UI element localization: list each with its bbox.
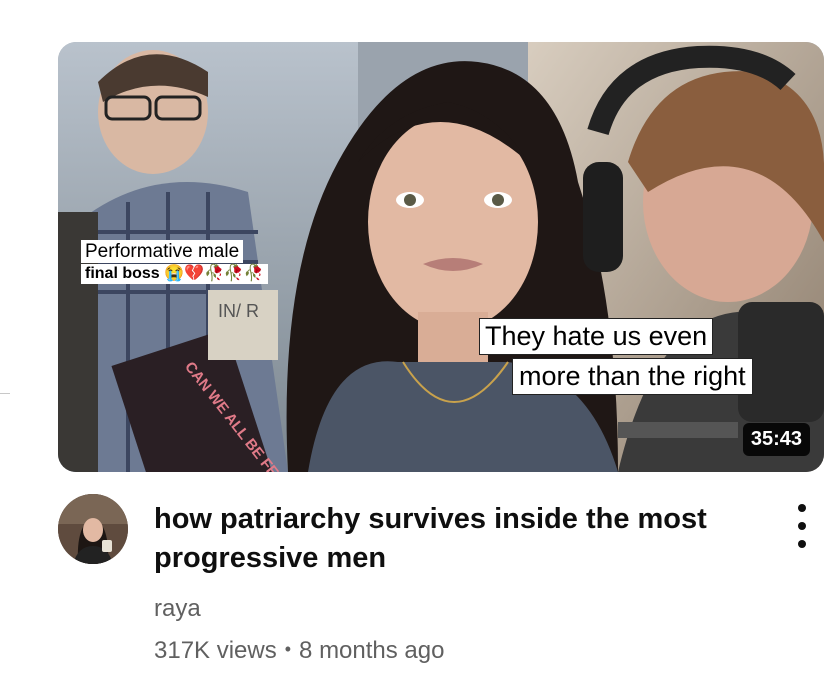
thumbnail-caption: Performative male: [81, 240, 244, 263]
separator-dot: •: [284, 639, 292, 659]
video-metadata: 317K views • 8 months ago: [154, 637, 444, 665]
tote-text: IN/ R: [218, 301, 259, 321]
view-count: 317K views: [154, 637, 277, 664]
menu-dot: [798, 522, 806, 530]
more-vert-icon[interactable]: [788, 502, 818, 550]
thumbnail-caption: final boss 😭💔🥀🥀🥀: [81, 264, 268, 284]
channel-name[interactable]: raya: [154, 595, 201, 623]
duration-badge: 35:43: [742, 423, 810, 456]
thumbnail-caption: more than the right: [512, 358, 753, 395]
upload-age: 8 months ago: [299, 637, 445, 664]
divider: [0, 393, 10, 394]
thumbnail-caption: They hate us even: [479, 318, 714, 355]
menu-dot: [798, 540, 806, 548]
avatar-image: [58, 494, 128, 564]
channel-avatar[interactable]: [58, 494, 128, 564]
video-thumbnail[interactable]: CAN WE ALL BE FEMINISTS? IN/ R Performat…: [58, 42, 824, 472]
menu-dot: [798, 504, 806, 512]
video-title[interactable]: how patriarchy survives inside the most …: [154, 500, 754, 578]
